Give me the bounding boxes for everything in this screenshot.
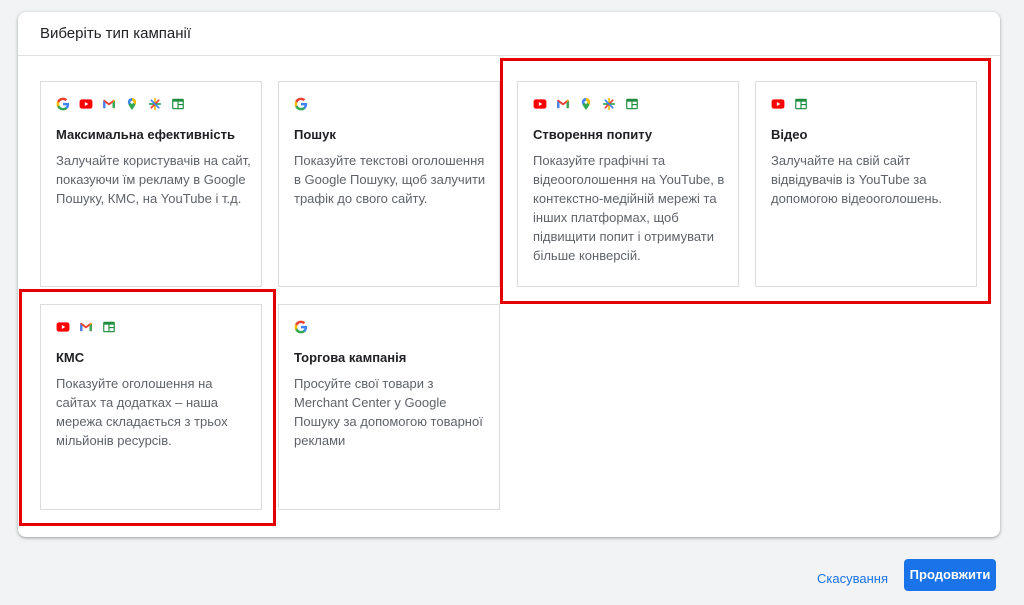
dialog-title: Виберіть тип кампанії bbox=[40, 25, 192, 42]
youtube-icon bbox=[56, 320, 70, 334]
maps-icon bbox=[125, 97, 139, 111]
youtube-icon bbox=[771, 97, 785, 111]
card-display[interactable]: КМС Показуйте оголошення на сайтах та до… bbox=[40, 304, 262, 510]
continue-button[interactable]: Продовжити bbox=[904, 559, 996, 591]
card-title: Максимальна ефективність bbox=[56, 127, 235, 142]
display-icon bbox=[794, 97, 808, 111]
card-icons bbox=[533, 97, 639, 111]
discover-icon bbox=[148, 97, 162, 111]
cancel-button[interactable]: Скасування bbox=[811, 566, 894, 592]
card-icons bbox=[56, 97, 185, 111]
card-icons bbox=[294, 97, 308, 111]
card-icons bbox=[294, 320, 308, 334]
card-icons bbox=[56, 320, 116, 334]
card-description: Залучайте на свій сайт відвідувачів із Y… bbox=[771, 153, 942, 206]
card-description: Показуйте текстові оголошення в Google П… bbox=[294, 153, 486, 206]
divider bbox=[18, 55, 1000, 56]
display-icon bbox=[102, 320, 116, 334]
gmail-icon bbox=[79, 320, 93, 334]
campaign-type-dialog: Виберіть тип кампанії Максимальна ефекти… bbox=[18, 12, 1000, 537]
card-title: Створення попиту bbox=[533, 127, 653, 142]
google-icon bbox=[56, 97, 70, 111]
gmail-icon bbox=[556, 97, 570, 111]
google-icon bbox=[294, 97, 308, 111]
maps-icon bbox=[579, 97, 593, 111]
card-description: Показуйте оголошення на сайтах та додатк… bbox=[56, 376, 228, 448]
card-shopping[interactable]: Торгова кампанія Просуйте свої товари з … bbox=[278, 304, 500, 510]
card-title: КМС bbox=[56, 350, 85, 365]
card-title: Пошук bbox=[294, 127, 336, 142]
gmail-icon bbox=[102, 97, 116, 111]
card-title: Відео bbox=[771, 127, 808, 142]
card-title: Торгова кампанія bbox=[294, 350, 407, 365]
youtube-icon bbox=[533, 97, 547, 111]
youtube-icon bbox=[79, 97, 93, 111]
card-icons bbox=[771, 97, 808, 111]
card-description: Залучайте користувачів на сайт, показуюч… bbox=[56, 153, 251, 206]
discover-icon bbox=[602, 97, 616, 111]
google-icon bbox=[294, 320, 308, 334]
card-description: Просуйте свої товари з Merchant Center у… bbox=[294, 376, 483, 448]
display-icon bbox=[171, 97, 185, 111]
card-search[interactable]: Пошук Показуйте текстові оголошення в Go… bbox=[278, 81, 500, 287]
display-icon bbox=[625, 97, 639, 111]
card-video[interactable]: Відео Залучайте на свій сайт відвідувачі… bbox=[755, 81, 977, 287]
card-description: Показуйте графічні та відеооголошення на… bbox=[533, 153, 725, 263]
card-demand-gen[interactable]: Створення попиту Показуйте графічні та в… bbox=[517, 81, 739, 287]
card-max-performance[interactable]: Максимальна ефективність Залучайте корис… bbox=[40, 81, 262, 287]
